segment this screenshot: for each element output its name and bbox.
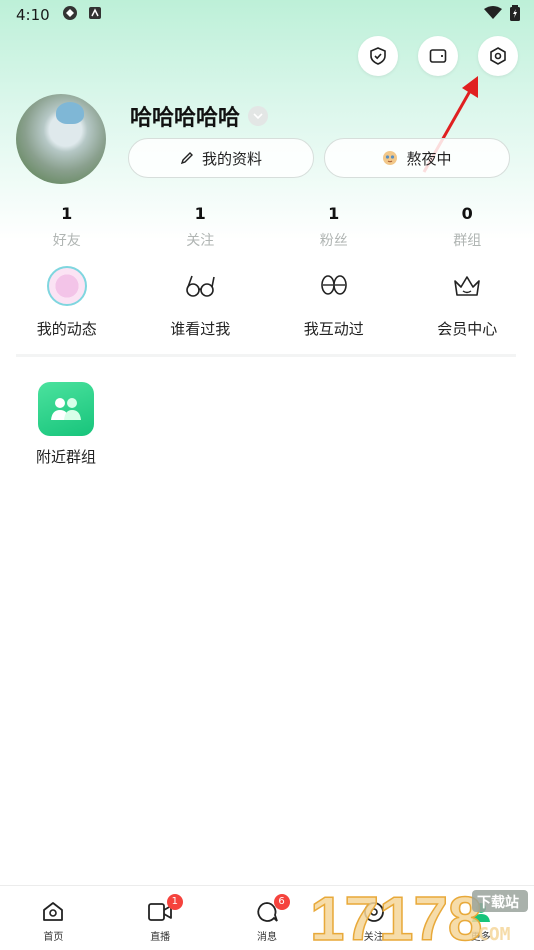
sync-icon [62,5,78,25]
username-row[interactable]: 哈哈哈哈哈 [130,100,269,132]
stat-groups[interactable]: 0 群组 [401,204,534,250]
nav-label: 消息 [256,932,277,943]
feature-label: 我互动过 [303,320,364,338]
stat-value: 1 [194,204,206,223]
security-button[interactable] [358,36,398,76]
wifi-icon [484,6,502,24]
nav-follow[interactable]: 关注 [320,886,427,950]
glasses-icon [178,264,222,308]
status-time: 4:10 [16,6,50,24]
feature-label: 会员中心 [437,320,498,338]
stat-value: 1 [328,204,340,223]
shield-check-icon [370,47,386,65]
nav-messages[interactable]: 6 消息 [214,886,321,950]
nearby-groups-entry[interactable]: 附近群组 [36,382,96,467]
nav-label: 首页 [43,932,64,943]
feature-label: 我的动态 [36,320,97,338]
follow-icon [363,902,384,922]
group-icon [38,382,94,436]
stat-label: 群组 [453,233,482,249]
stat-friends[interactable]: 1 好友 [0,204,134,250]
battery-icon [510,5,520,25]
stat-fans[interactable]: 1 粉丝 [267,204,401,250]
settings-hexagon-icon [490,47,506,65]
feature-my-moments[interactable]: 我的动态 [0,264,134,339]
avatar[interactable] [16,94,106,184]
feature-label: 谁看过我 [170,320,231,338]
stat-following[interactable]: 1 关注 [134,204,268,250]
edit-profile-label: 我的资料 [201,149,262,168]
nav-live[interactable]: 1 直播 [107,886,214,950]
app-notification-icon [88,6,102,24]
status-label: 熬夜中 [406,149,452,168]
nav-label: 直播 [150,932,171,943]
nav-home[interactable]: 首页 [0,886,107,950]
stat-label: 好友 [52,233,81,249]
stat-value: 0 [461,204,473,223]
pencil-icon [180,151,194,165]
stats-row: 1 好友 1 关注 1 粉丝 0 群组 [0,204,534,250]
nearby-groups-label: 附近群组 [36,448,97,466]
username: 哈哈哈哈哈 [130,106,241,131]
stat-value: 1 [61,204,73,223]
bottom-nav: 首页 1 直播 6 消息 关注 更多 [0,885,534,950]
nav-more[interactable]: 更多 [427,886,534,950]
wallet-icon [429,49,447,63]
live-badge: 1 [166,894,183,910]
messages-badge: 6 [273,894,290,910]
moments-icon [46,266,87,306]
chevron-down-icon [248,106,269,126]
feature-vip-center[interactable]: 会员中心 [401,264,534,339]
status-bar: 4:10 [0,0,534,30]
home-icon [43,902,64,921]
nav-label: 关注 [363,932,384,943]
feature-my-interactions[interactable]: 我互动过 [267,264,401,339]
crown-icon [445,264,489,308]
status-button[interactable]: 熬夜中 [324,138,510,178]
sleepy-emoji-icon [382,150,398,166]
stat-label: 粉丝 [319,233,348,249]
footprints-icon [312,264,356,308]
profile-icon [471,903,490,922]
feature-who-viewed-me[interactable]: 谁看过我 [134,264,268,339]
features-row: 我的动态 谁看过我 我互动过 会员中心 [0,264,534,339]
nav-label: 更多 [470,932,491,943]
stat-label: 关注 [186,233,215,249]
section-divider [16,354,516,357]
edit-profile-button[interactable]: 我的资料 [128,138,314,178]
